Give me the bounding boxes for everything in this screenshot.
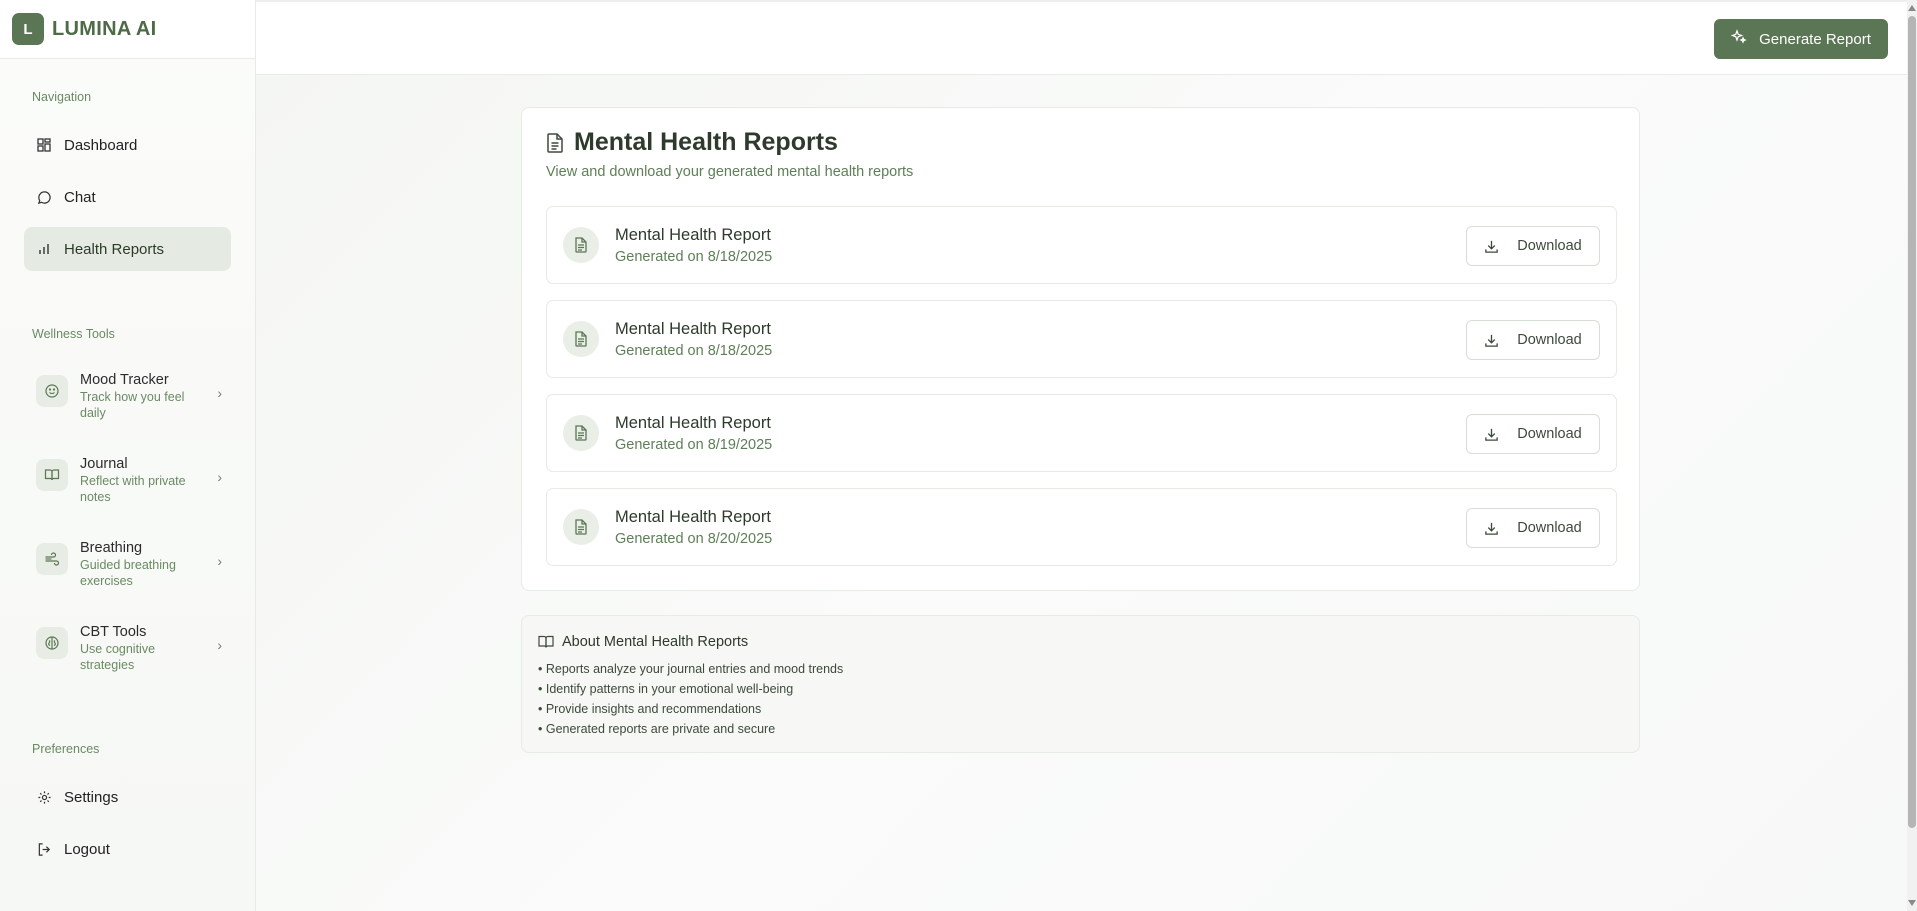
navigation-section-label: Navigation [32, 90, 92, 104]
book-open-icon [538, 635, 554, 649]
about-list-item: • Reports analyze your journal entries a… [538, 662, 844, 676]
scroll-down-arrow[interactable] [1908, 900, 1916, 906]
sidebar: L LUMINA AI Navigation Dashboard Chat He… [0, 0, 256, 911]
nav-item-label: Logout [64, 840, 110, 858]
smile-icon [36, 375, 68, 407]
scroll-up-arrow[interactable] [1908, 5, 1916, 11]
page-title: Mental Health Reports [546, 128, 838, 157]
chevron-right-icon: › [217, 553, 222, 569]
chevron-right-icon: › [217, 469, 222, 485]
nav-item-health-reports[interactable]: Health Reports [24, 227, 231, 271]
nav-item-label: Chat [64, 188, 96, 206]
report-date: Generated on 8/20/2025 [615, 531, 773, 547]
document-icon [563, 415, 599, 451]
chevron-right-icon: › [217, 385, 222, 401]
vertical-scrollbar[interactable] [1907, 0, 1917, 911]
about-list-item: • Provide insights and recommendations [538, 702, 762, 716]
download-icon [1484, 333, 1499, 348]
wellness-section-label: Wellness Tools [32, 327, 115, 341]
download-button[interactable]: Download [1466, 226, 1600, 266]
nav-item-logout[interactable]: Logout [24, 827, 231, 871]
generate-report-label: Generate Report [1759, 30, 1871, 48]
download-label: Download [1517, 332, 1582, 348]
brand-logo: L [12, 13, 44, 45]
tool-desc: Guided breathing exercises [80, 558, 176, 588]
reports-card: Mental Health Reports View and download … [521, 107, 1640, 591]
bar-chart-icon [36, 241, 52, 257]
report-title: Mental Health Report [615, 508, 771, 526]
document-icon [563, 321, 599, 357]
main-content: Generate Report Mental Health Reports Vi… [256, 0, 1917, 911]
tool-title: Journal [80, 456, 128, 472]
report-item: Mental Health Report Generated on 8/20/2… [546, 488, 1617, 566]
about-title: About Mental Health Reports [538, 634, 748, 650]
sparkle-icon [1730, 29, 1747, 49]
tool-title: Breathing [80, 540, 143, 556]
report-title: Mental Health Report [615, 414, 771, 432]
nav-item-settings[interactable]: Settings [24, 775, 231, 819]
tool-title: CBT Tools [80, 624, 147, 640]
report-date: Generated on 8/18/2025 [615, 249, 773, 265]
brand-name: LUMINA AI [52, 17, 157, 40]
report-title: Mental Health Report [615, 320, 771, 338]
chevron-right-icon: › [217, 637, 222, 653]
tool-desc: Reflect with private notes [80, 474, 186, 504]
tool-cbt[interactable]: CBT Tools Use cognitive strategies › [36, 623, 222, 673]
generate-report-button[interactable]: Generate Report [1714, 19, 1888, 59]
download-button[interactable]: Download [1466, 508, 1600, 548]
tool-desc: Use cognitive strategies [80, 642, 156, 672]
download-label: Download [1517, 238, 1582, 254]
report-item: Mental Health Report Generated on 8/18/2… [546, 300, 1617, 378]
about-list-item: • Generated reports are private and secu… [538, 722, 776, 736]
document-icon [546, 132, 564, 153]
page-title-text: Mental Health Reports [574, 128, 838, 156]
document-icon [563, 509, 599, 545]
report-title: Mental Health Report [615, 226, 771, 244]
preferences-section-label: Preferences [32, 742, 100, 756]
page-subtitle: View and download your generated mental … [546, 164, 914, 180]
download-icon [1484, 521, 1499, 536]
download-icon [1484, 239, 1499, 254]
nav-item-label: Dashboard [64, 136, 138, 154]
about-title-text: About Mental Health Reports [562, 634, 749, 650]
nav-item-chat[interactable]: Chat [24, 175, 231, 219]
report-date: Generated on 8/18/2025 [615, 343, 773, 359]
tool-mood-tracker[interactable]: Mood Tracker Track how you feel daily › [36, 371, 222, 421]
nav-item-dashboard[interactable]: Dashboard [24, 123, 231, 167]
book-open-icon [36, 459, 68, 491]
download-label: Download [1517, 426, 1582, 442]
tool-journal[interactable]: Journal Reflect with private notes › [36, 455, 222, 505]
chat-icon [36, 189, 52, 205]
dashboard-icon [36, 137, 52, 153]
brand[interactable]: L LUMINA AI [0, 0, 255, 59]
download-button[interactable]: Download [1466, 320, 1600, 360]
report-item: Mental Health Report Generated on 8/19/2… [546, 394, 1617, 472]
about-list-item: • Identify patterns in your emotional we… [538, 682, 794, 696]
logout-icon [36, 841, 52, 857]
top-bar: Generate Report [256, 0, 1907, 75]
download-label: Download [1517, 520, 1582, 536]
brain-icon [36, 627, 68, 659]
tool-breathing[interactable]: Breathing Guided breathing exercises › [36, 539, 222, 589]
download-icon [1484, 427, 1499, 442]
tool-title: Mood Tracker [80, 372, 169, 388]
download-button[interactable]: Download [1466, 414, 1600, 454]
tool-desc: Track how you feel daily [80, 390, 185, 420]
gear-icon [36, 789, 52, 805]
document-icon [563, 227, 599, 263]
report-date: Generated on 8/19/2025 [615, 437, 773, 453]
nav-item-label: Settings [64, 788, 119, 806]
about-list: • Reports analyze your journal entries a… [538, 659, 843, 739]
report-item: Mental Health Report Generated on 8/18/2… [546, 206, 1617, 284]
wind-icon [36, 543, 68, 575]
about-panel: About Mental Health Reports • Reports an… [521, 615, 1640, 753]
nav-item-label: Health Reports [64, 240, 165, 258]
scroll-thumb[interactable] [1908, 16, 1916, 828]
